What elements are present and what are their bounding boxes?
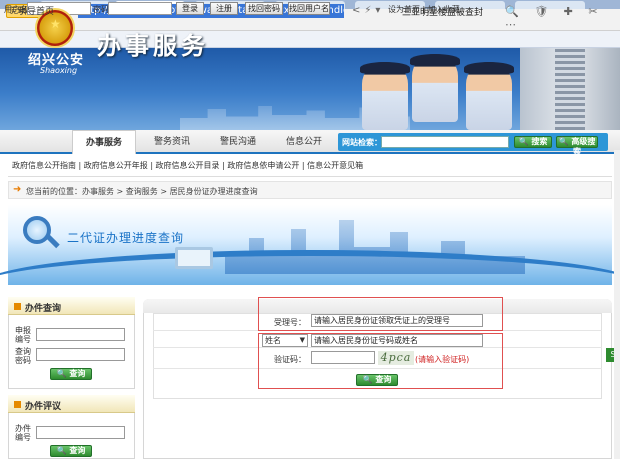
declare-number-label: 申报编号 (15, 326, 31, 344)
case-number-input[interactable] (36, 426, 125, 439)
building-tower-graphic (555, 48, 585, 130)
evaluation-query-button[interactable]: 🔍 查询 (50, 445, 92, 457)
bullet-icon (14, 401, 21, 408)
query-password-input[interactable] (36, 348, 125, 361)
id-or-name-input[interactable]: 请输入居民身份证号码或姓名 (311, 334, 483, 347)
query-button[interactable]: 🔍 查询 (50, 368, 92, 380)
police-hat-icon (410, 54, 460, 66)
evaluation-panel-title: 办件评议 (25, 402, 62, 412)
sub-nav-links[interactable]: 政府信息公开指南 | 政府信息公开年报 | 政府信息公开目录 | 政府信息依申请… (12, 160, 363, 171)
breadcrumb: 您当前的位置：办事服务 > 查询服务 > 居民身份证办理进度查询 (26, 187, 258, 196)
register-button[interactable]: 注册 (210, 2, 238, 15)
query-panel-title: 办件查询 (25, 304, 62, 314)
nav-item-news[interactable]: 警务资讯 (140, 130, 204, 154)
receipt-label: 受理号： (274, 318, 306, 327)
arrow-right-icon: ➜ (13, 184, 22, 195)
site-search-input[interactable] (381, 136, 509, 148)
captcha-image[interactable]: 4pca (378, 351, 414, 365)
feature-title: 二代证办理进度查询 (67, 231, 185, 245)
case-number-label: 办件编号 (15, 424, 31, 442)
site-search-label: 网站检索： (342, 138, 382, 147)
header-links[interactable]: 设为首页 | 加入收藏 (388, 4, 460, 15)
toolbar-icons[interactable]: 🔍 🛡 ✚ ✂ ⋯ (505, 5, 620, 31)
find-username-button[interactable]: 找回用户名 (288, 2, 330, 15)
captcha-label: 验证码： (274, 355, 306, 364)
query-password-label: 查询密码 (15, 347, 31, 365)
monitor-icon (175, 247, 213, 269)
site-banner (0, 48, 620, 130)
police-hat-icon (464, 62, 514, 74)
captcha-input[interactable] (311, 351, 375, 364)
search-button[interactable]: 🔍 搜索 (514, 136, 552, 148)
nav-item-disclosure[interactable]: 信息公开 (272, 130, 336, 154)
dropdown-arrow-icon: ▼ (299, 336, 305, 344)
divider (8, 176, 612, 177)
login-bar (0, 31, 620, 48)
advanced-search-button[interactable]: 🔍 高级搜索 (556, 136, 598, 156)
find-password-button[interactable]: 找回密码 (245, 2, 283, 15)
password-input[interactable] (108, 2, 172, 15)
scrollbar[interactable] (614, 150, 620, 459)
bullet-icon (14, 303, 21, 310)
bureau-name-en: Shaoxing (40, 66, 78, 75)
share-icon[interactable]: <⚡▾ (352, 5, 384, 16)
nav-item-communication[interactable]: 警民沟通 (206, 130, 270, 154)
nav-item-service[interactable]: 办事服务 (72, 130, 136, 154)
submit-query-button[interactable]: 🔍 查询 (356, 374, 398, 386)
banner-title: 办事服务 (97, 32, 209, 60)
receipt-input[interactable]: 请输入居民身份证领取凭证上的受理号 (311, 314, 483, 327)
password-label: 密码 (93, 5, 109, 14)
captcha-hint: (请输入验证码) (415, 355, 470, 364)
police-hat-icon (360, 62, 410, 74)
login-button[interactable]: 登录 (176, 2, 204, 15)
query-type-select[interactable]: 姓名 ▼ (262, 334, 308, 347)
nav-item-home[interactable]: 引导首页 (0, 0, 72, 24)
declare-number-input[interactable] (36, 328, 125, 341)
